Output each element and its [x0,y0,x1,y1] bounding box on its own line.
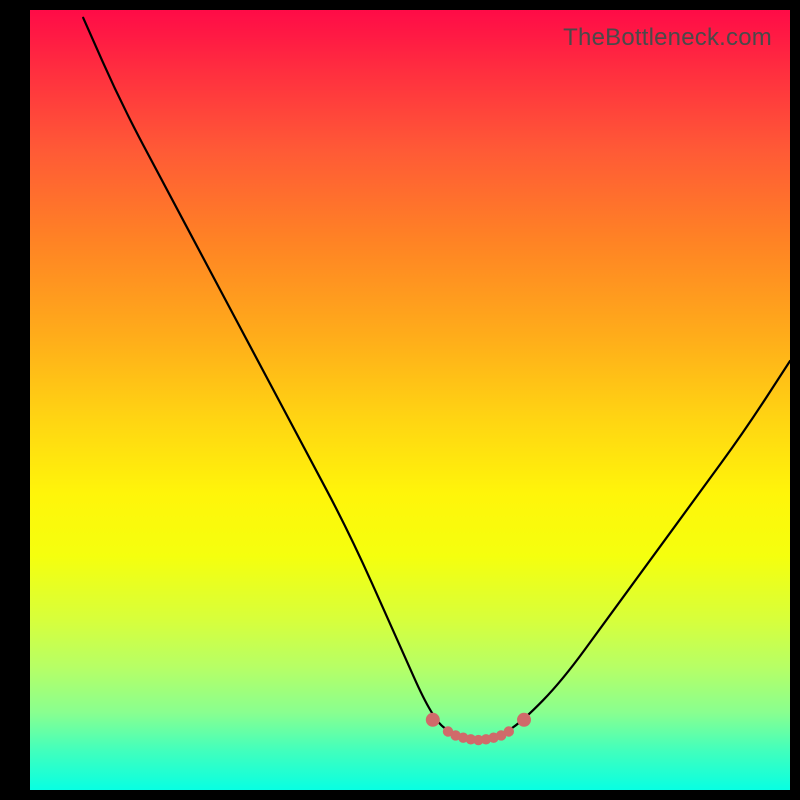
chart-container: TheBottleneck.com [0,0,800,800]
trough-marker [426,713,440,727]
plot-area: TheBottleneck.com [30,10,790,790]
trough-markers [426,713,531,746]
trough-marker [504,726,514,736]
bottleneck-curve [83,18,790,741]
curve-svg [30,10,790,790]
trough-marker [517,713,531,727]
